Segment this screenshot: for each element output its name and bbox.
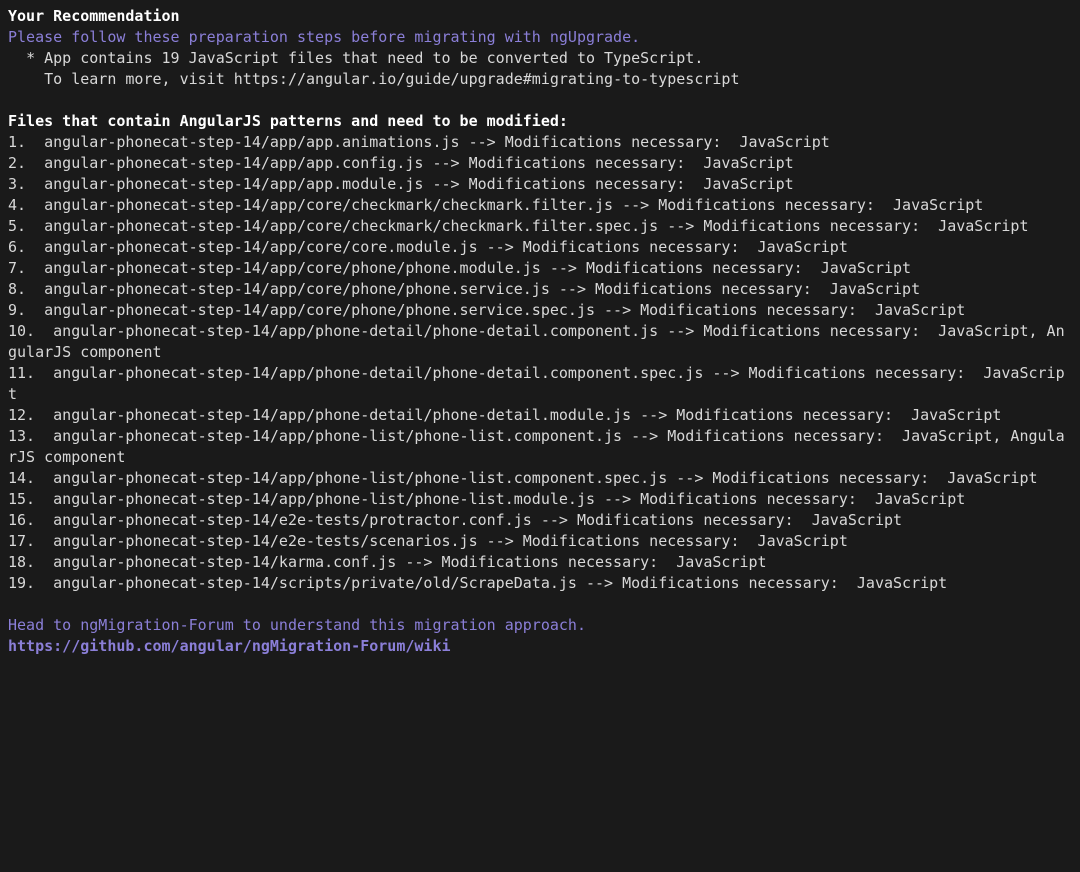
file-entry: 11. angular-phonecat-step-14/app/phone-d… <box>8 363 1072 405</box>
file-entry: 13. angular-phonecat-step-14/app/phone-l… <box>8 426 1072 468</box>
file-entry: 14. angular-phonecat-step-14/app/phone-l… <box>8 468 1072 489</box>
file-entry: 7. angular-phonecat-step-14/app/core/pho… <box>8 258 1072 279</box>
forum-link[interactable]: https://github.com/angular/ngMigration-F… <box>8 636 1072 657</box>
recommendation-subtitle: Please follow these preparation steps be… <box>8 27 1072 48</box>
blank-line <box>8 594 1072 615</box>
file-entry: 17. angular-phonecat-step-14/e2e-tests/s… <box>8 531 1072 552</box>
blank-line <box>8 90 1072 111</box>
file-entry: 4. angular-phonecat-step-14/app/core/che… <box>8 195 1072 216</box>
file-entry: 9. angular-phonecat-step-14/app/core/pho… <box>8 300 1072 321</box>
forum-text: Head to ngMigration-Forum to understand … <box>8 615 1072 636</box>
file-entry: 3. angular-phonecat-step-14/app/app.modu… <box>8 174 1072 195</box>
file-entry: 2. angular-phonecat-step-14/app/app.conf… <box>8 153 1072 174</box>
file-entry: 15. angular-phonecat-step-14/app/phone-l… <box>8 489 1072 510</box>
recommendation-title: Your Recommendation <box>8 6 1072 27</box>
file-entry: 12. angular-phonecat-step-14/app/phone-d… <box>8 405 1072 426</box>
file-entry: 8. angular-phonecat-step-14/app/core/pho… <box>8 279 1072 300</box>
file-entry: 16. angular-phonecat-step-14/e2e-tests/p… <box>8 510 1072 531</box>
recommendation-learn-more: To learn more, visit https://angular.io/… <box>8 69 1072 90</box>
file-entry: 19. angular-phonecat-step-14/scripts/pri… <box>8 573 1072 594</box>
files-header: Files that contain AngularJS patterns an… <box>8 111 1072 132</box>
file-entry: 18. angular-phonecat-step-14/karma.conf.… <box>8 552 1072 573</box>
recommendation-bullet: * App contains 19 JavaScript files that … <box>8 48 1072 69</box>
file-entry: 10. angular-phonecat-step-14/app/phone-d… <box>8 321 1072 363</box>
file-entry: 1. angular-phonecat-step-14/app/app.anim… <box>8 132 1072 153</box>
file-entry: 5. angular-phonecat-step-14/app/core/che… <box>8 216 1072 237</box>
terminal-output: Your Recommendation Please follow these … <box>8 6 1072 657</box>
file-entry: 6. angular-phonecat-step-14/app/core/cor… <box>8 237 1072 258</box>
files-list: 1. angular-phonecat-step-14/app/app.anim… <box>8 132 1072 594</box>
